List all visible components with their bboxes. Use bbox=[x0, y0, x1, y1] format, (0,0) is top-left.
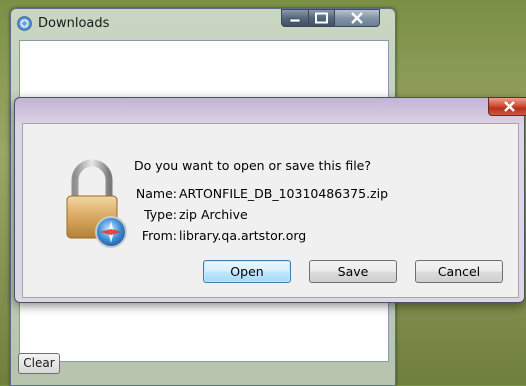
close-icon bbox=[335, 11, 379, 30]
cancel-button[interactable]: Cancel bbox=[415, 260, 503, 283]
dialog-close-button[interactable] bbox=[488, 97, 526, 116]
minimize-icon bbox=[282, 11, 308, 30]
name-value: ARTONFILE_DB_10310486375.zip bbox=[179, 186, 389, 201]
from-label: From: bbox=[141, 228, 177, 243]
close-icon bbox=[489, 100, 526, 119]
from-row: From: library.qa.artstor.org bbox=[23, 228, 518, 244]
maximize-icon bbox=[309, 11, 334, 30]
maximize-button[interactable] bbox=[308, 9, 335, 27]
minimize-button[interactable] bbox=[281, 9, 309, 27]
type-row: Type: zip Archive bbox=[23, 207, 518, 223]
clear-button[interactable]: Clear bbox=[18, 353, 60, 374]
open-button[interactable]: Open bbox=[203, 260, 291, 283]
type-label: Type: bbox=[144, 207, 177, 222]
close-button[interactable] bbox=[334, 9, 380, 27]
name-label: Name: bbox=[135, 186, 177, 201]
type-value: zip Archive bbox=[179, 207, 248, 222]
save-button[interactable]: Save bbox=[309, 260, 397, 283]
name-row: Name: ARTONFILE_DB_10310486375.zip bbox=[23, 186, 518, 202]
downloads-globe-icon bbox=[17, 16, 32, 31]
dialog-question: Do you want to open or save this file? bbox=[134, 158, 372, 173]
from-value: library.qa.artstor.org bbox=[179, 228, 307, 243]
dialog-body: Do you want to open or save this file? N… bbox=[22, 123, 519, 298]
window-title: Downloads bbox=[38, 16, 110, 31]
downloads-titlebar[interactable]: Downloads bbox=[11, 9, 395, 37]
file-download-dialog: Do you want to open or save this file? N… bbox=[14, 97, 526, 303]
